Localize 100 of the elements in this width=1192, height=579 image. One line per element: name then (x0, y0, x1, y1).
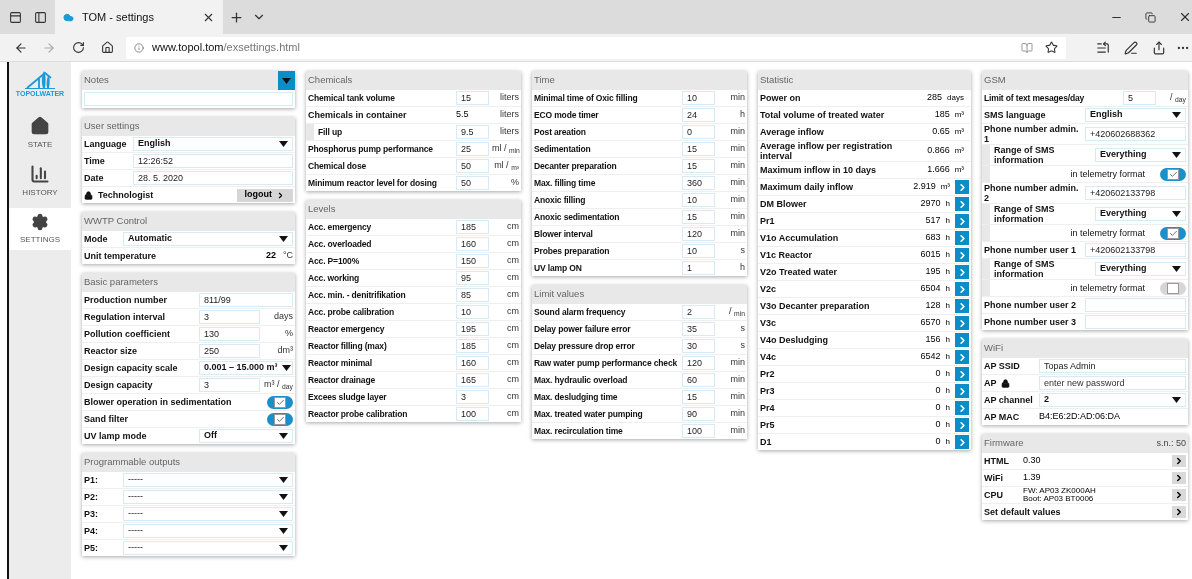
detail-button[interactable] (955, 418, 969, 432)
input-field[interactable]: 195 (456, 322, 489, 336)
input-field[interactable]: 10 (456, 305, 489, 319)
detail-button[interactable] (955, 214, 969, 228)
dropdown[interactable]: 0.001 – 15.000 m³ (199, 361, 293, 375)
expand-button[interactable] (278, 71, 295, 90)
input-field[interactable]: 50 (456, 159, 489, 173)
toggle-switch[interactable] (267, 412, 293, 426)
input-field[interactable]: 95 (456, 271, 489, 285)
input-field[interactable]: 100 (456, 407, 489, 421)
toggle-switch[interactable] (267, 395, 293, 409)
dropdown[interactable]: Off (199, 429, 293, 443)
logout-button[interactable]: logout (236, 188, 293, 202)
detail-button[interactable] (955, 333, 969, 347)
input-field[interactable]: 3 (199, 378, 260, 392)
close-icon[interactable] (1178, 10, 1192, 24)
back-icon[interactable] (14, 40, 28, 55)
dropdown[interactable]: ----- (123, 524, 293, 538)
input-field[interactable]: +420602688362 (1085, 127, 1186, 141)
input-field[interactable]: 120 (682, 356, 715, 370)
input-field[interactable]: 15 (682, 142, 715, 156)
detail-button[interactable] (955, 197, 969, 211)
dropdown[interactable]: English (1085, 108, 1186, 122)
detail-button[interactable] (955, 316, 969, 330)
detail-button[interactable] (955, 367, 969, 381)
input-field[interactable]: 160 (456, 237, 489, 251)
input-field[interactable]: 160 (456, 356, 489, 370)
input-field[interactable]: 9.5 (456, 125, 489, 139)
input-field[interactable]: 15 (682, 390, 715, 404)
input-field[interactable]: 100 (682, 424, 715, 438)
dropdown[interactable]: ----- (123, 490, 293, 504)
input-field[interactable]: 35 (682, 322, 715, 336)
input-field[interactable]: 30 (682, 339, 715, 353)
detail-button[interactable] (955, 384, 969, 398)
open-button[interactable] (1172, 489, 1186, 501)
toggle-switch[interactable] (1160, 281, 1186, 295)
detail-button[interactable] (955, 435, 969, 449)
input-field[interactable]: 250 (199, 344, 260, 358)
input-field[interactable]: 120 (682, 227, 715, 241)
dropdown[interactable]: ----- (123, 541, 293, 555)
open-button[interactable] (1172, 506, 1186, 518)
detail-button[interactable] (955, 282, 969, 296)
dropdown[interactable]: Everything (1095, 148, 1186, 162)
open-button[interactable] (1172, 472, 1186, 484)
input-field[interactable]: 811/99 (199, 293, 293, 307)
input-field[interactable]: 25 (456, 142, 489, 156)
dropdown[interactable]: ----- (123, 507, 293, 521)
detail-button[interactable] (955, 248, 969, 262)
detail-button[interactable] (955, 401, 969, 415)
toggle-switch[interactable] (1160, 226, 1186, 240)
restore-icon[interactable] (1145, 11, 1156, 23)
input-field[interactable]: 15 (682, 210, 715, 224)
input-field[interactable]: 360 (682, 176, 715, 190)
input-field[interactable]: 3 (456, 390, 489, 404)
input-field[interactable]: 165 (456, 373, 489, 387)
input-field[interactable]: 15 (456, 91, 489, 105)
input-field[interactable]: 10 (682, 244, 715, 258)
input-field[interactable]: enter new password (1039, 376, 1186, 390)
dropdown[interactable]: Automatic (123, 232, 293, 246)
input-field[interactable]: 85 (456, 288, 489, 302)
input-field[interactable]: 60 (682, 373, 715, 387)
pen-icon[interactable] (1124, 40, 1138, 55)
input-field[interactable]: 185 (456, 339, 489, 353)
input-field[interactable]: 2 (682, 305, 715, 319)
input-field[interactable]: 10 (682, 91, 715, 105)
input-field[interactable]: 12:26:52 (133, 154, 293, 168)
dropdown[interactable]: 2 (1039, 393, 1186, 407)
input-field[interactable]: 90 (682, 407, 715, 421)
forward-icon[interactable] (42, 40, 56, 55)
dropdown[interactable]: Everything (1095, 207, 1186, 221)
input-field[interactable] (1085, 315, 1186, 329)
share-icon[interactable] (1152, 40, 1166, 55)
new-tab-icon[interactable] (229, 9, 244, 25)
notes-field[interactable] (84, 92, 293, 106)
detail-button[interactable] (955, 350, 969, 364)
input-field[interactable]: 130 (199, 327, 260, 341)
nav-item[interactable]: SETTINGS (9, 208, 71, 250)
address-bar[interactable]: www.topol.tom/exsettings.html (126, 36, 1066, 59)
input-field[interactable]: 1 (682, 261, 715, 275)
input-field[interactable]: 50 (456, 176, 489, 190)
input-field[interactable]: 150 (456, 254, 489, 268)
open-button[interactable] (1172, 455, 1186, 467)
favorites-icon[interactable] (1096, 40, 1110, 55)
input-field[interactable]: 10 (682, 193, 715, 207)
detail-button[interactable] (955, 265, 969, 279)
dropdown[interactable]: ----- (123, 473, 293, 487)
input-field[interactable]: 15 (682, 159, 715, 173)
input-field[interactable]: 3 (199, 310, 260, 324)
input-field[interactable]: +420602133798 (1085, 186, 1186, 200)
toggle-switch[interactable] (1160, 167, 1186, 181)
input-field[interactable]: Topas Admin (1039, 359, 1186, 373)
dropdown[interactable]: Everything (1095, 262, 1186, 276)
input-field[interactable]: 28. 5. 2020 (133, 171, 293, 185)
browser-tab[interactable]: TOM - settings (55, 0, 223, 34)
detail-button[interactable] (955, 231, 969, 245)
detail-button[interactable] (955, 299, 969, 313)
input-field[interactable] (1085, 298, 1186, 312)
input-field[interactable]: 185 (456, 220, 489, 234)
detail-button[interactable] (955, 180, 969, 194)
nav-item[interactable]: HISTORY (9, 160, 71, 202)
